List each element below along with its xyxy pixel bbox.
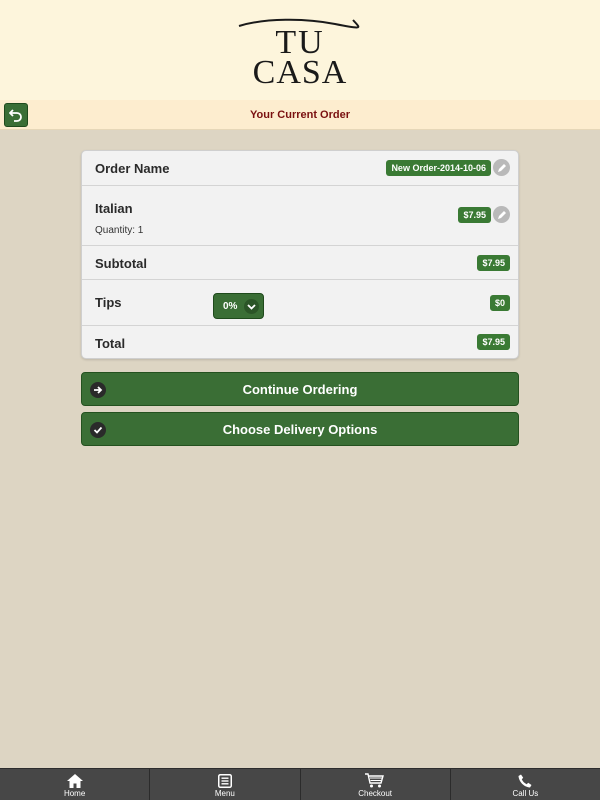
subtotal-label: Subtotal	[95, 256, 147, 271]
home-icon	[66, 774, 83, 788]
nav-checkout-label: Checkout	[358, 789, 393, 798]
item-name: Italian	[95, 201, 133, 216]
shopping-cart-icon	[365, 773, 385, 788]
item-price-badge: $7.95	[458, 207, 491, 223]
edit-order-name-icon[interactable]	[493, 159, 510, 176]
nav-item-call-us[interactable]: Call Us	[451, 769, 600, 800]
nav-item-checkout[interactable]: Checkout	[301, 769, 451, 800]
nav-item-home[interactable]: Home	[0, 769, 151, 800]
edit-item-icon[interactable]	[493, 206, 510, 223]
logo-text-line2: CASA	[252, 54, 348, 91]
checkmark-icon	[90, 422, 106, 438]
order-name-badge: New Order-2014-10-06	[386, 160, 491, 176]
bottom-nav: Home Menu Checkout Call Us	[0, 768, 600, 800]
phone-icon	[518, 774, 532, 788]
page-title: Your Current Order	[249, 108, 351, 121]
tips-label: Tips	[95, 295, 122, 310]
subtotal-row: Subtotal $7.95	[82, 246, 518, 280]
tips-select[interactable]: 0%	[213, 293, 264, 319]
undo-arrow-icon	[9, 109, 22, 122]
header-bar: Your Current Order	[0, 100, 600, 130]
continue-ordering-button[interactable]: Continue Ordering	[81, 372, 519, 406]
back-button[interactable]	[4, 103, 28, 127]
item-quantity: Quantity: 1	[95, 225, 144, 236]
tips-selected-value: 0%	[223, 300, 238, 312]
menu-list-icon	[217, 774, 232, 788]
logo-area: TU CASA	[0, 0, 600, 100]
nav-home-label: Home	[63, 789, 86, 798]
tu-casa-logo: TU CASA	[235, 10, 365, 90]
subtotal-badge: $7.95	[477, 255, 510, 271]
nav-item-menu[interactable]: Menu	[150, 769, 301, 800]
order-summary-card: Order Name New Order-2014-10-06 Italian …	[81, 150, 519, 359]
total-label: Total	[95, 336, 126, 351]
total-row: Total $7.95	[82, 326, 518, 358]
arrow-right-icon	[90, 382, 106, 398]
tips-row: Tips 0% $0	[82, 280, 518, 326]
nav-call-us-label: Call Us	[512, 789, 539, 798]
tips-amount-badge: $0	[489, 295, 510, 311]
order-name-row: Order Name New Order-2014-10-06	[82, 151, 518, 186]
order-name-label: Order Name	[95, 161, 170, 176]
choose-delivery-options-button[interactable]: Choose Delivery Options	[81, 412, 519, 446]
total-badge: $7.95	[477, 334, 510, 350]
continue-ordering-label: Continue Ordering	[242, 381, 358, 397]
nav-menu-label: Menu	[214, 789, 235, 798]
choose-delivery-options-label: Choose Delivery Options	[222, 421, 378, 437]
chevron-down-icon	[244, 299, 259, 314]
cart-item-row: Italian Quantity: 1 $7.95	[82, 186, 518, 246]
